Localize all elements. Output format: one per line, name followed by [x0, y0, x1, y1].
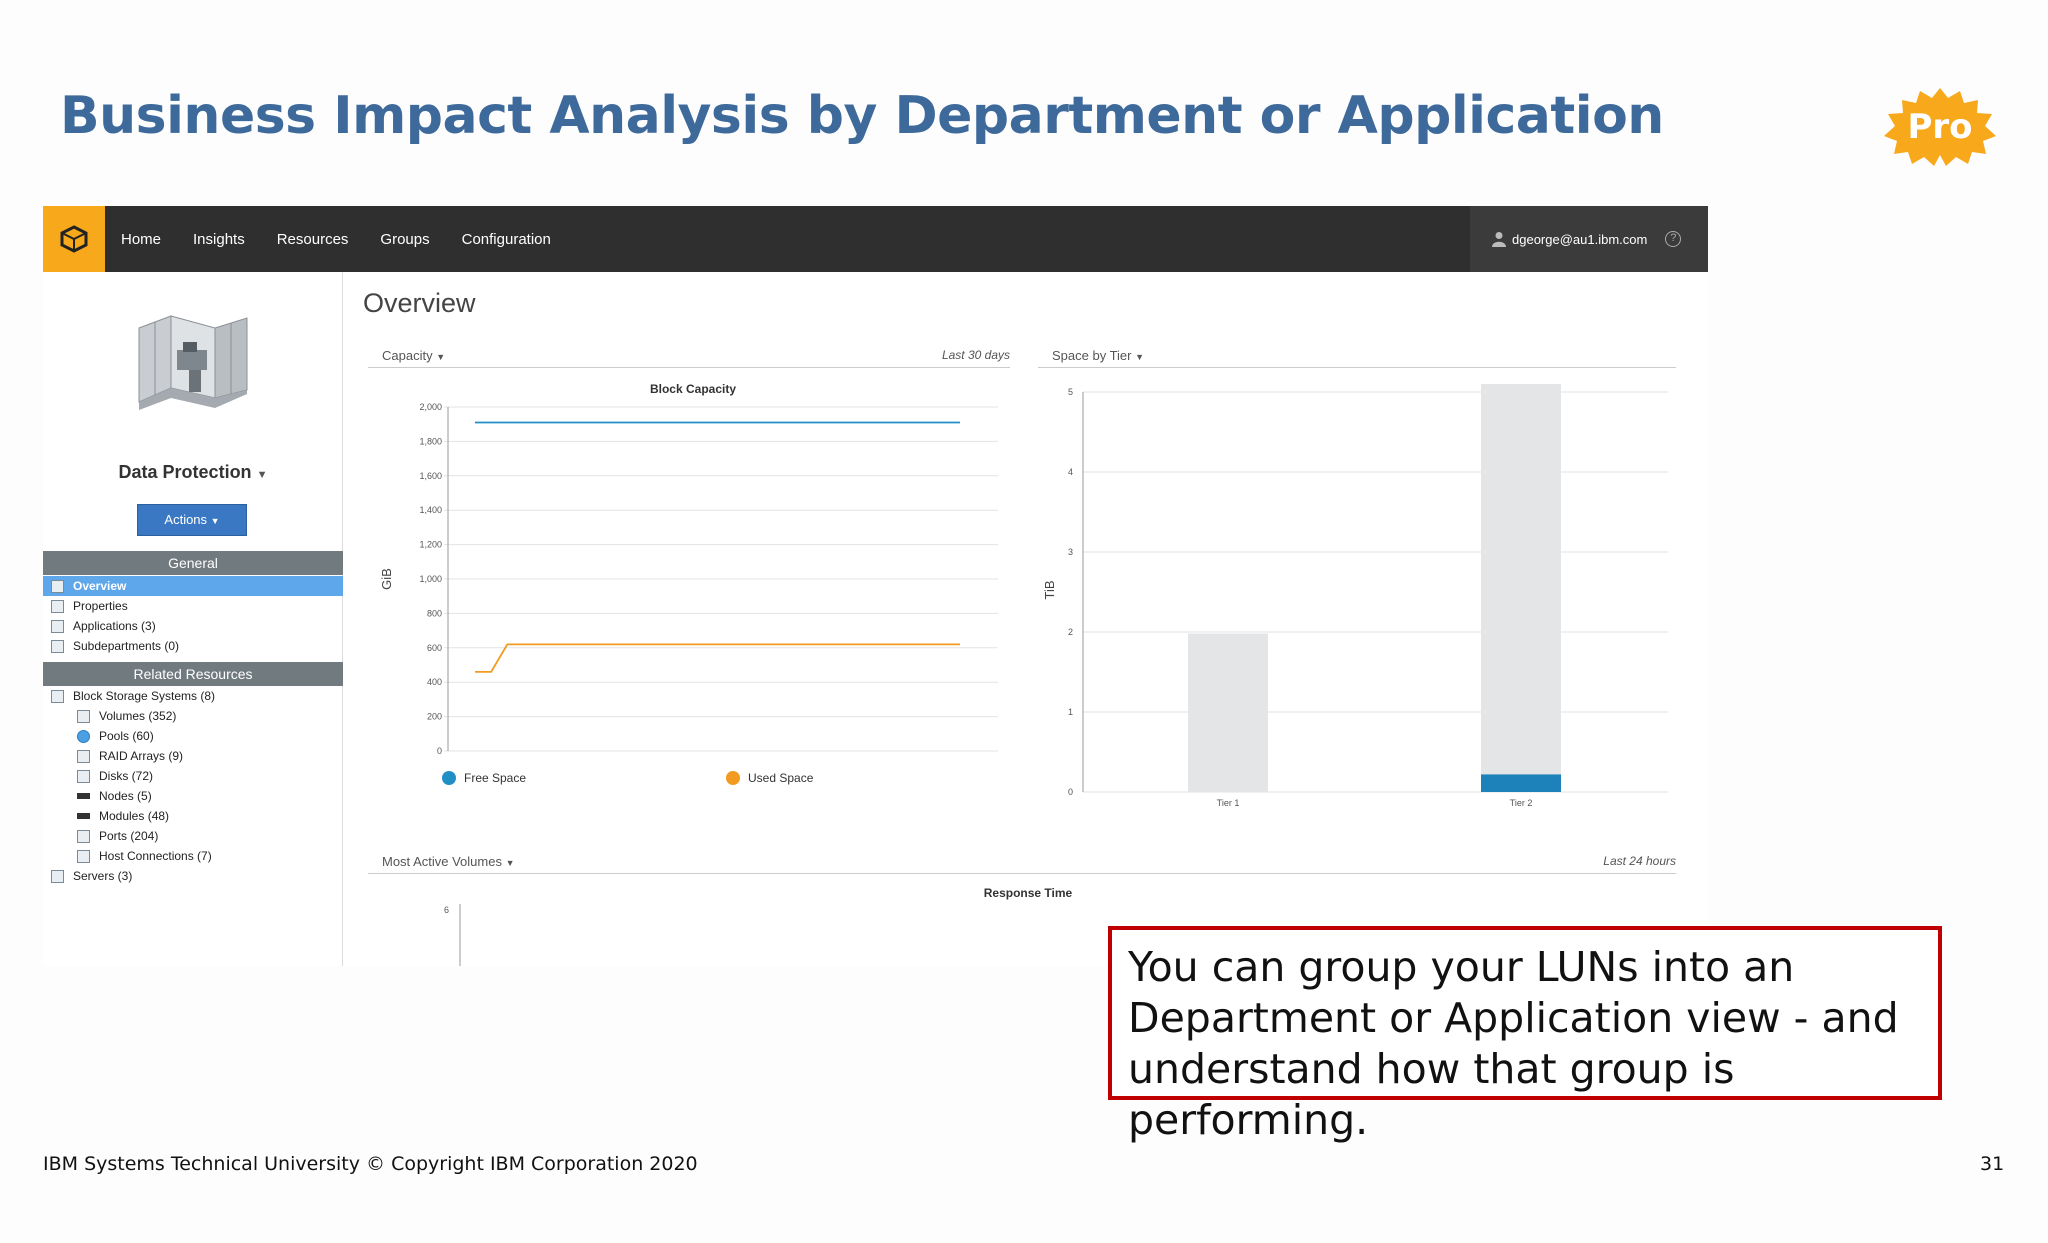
pro-badge: Pro — [1880, 86, 2000, 166]
capacity-y-tick-label: 1,200 — [419, 540, 442, 550]
capacity-y-tick-label: 1,000 — [419, 574, 442, 584]
tier-y-axis-label: TiB — [1042, 580, 1057, 599]
capacity-y-axis-label: GiB — [379, 568, 394, 590]
tier-x-tick-label: Tier 1 — [1217, 798, 1240, 808]
tier-y-tick-label: 5 — [1068, 387, 1073, 397]
used-space-line — [475, 643, 960, 673]
capacity-y-tick-label: 1,600 — [419, 471, 442, 481]
used-space-legend-label: Used Space — [748, 771, 814, 785]
slide: Business Impact Analysis by Department o… — [0, 0, 2048, 1243]
tier-used-bar — [1481, 774, 1561, 792]
slide-title: Business Impact Analysis by Department o… — [60, 86, 1664, 146]
pro-badge-label: Pro — [1907, 107, 1973, 147]
block-capacity-title: Block Capacity — [650, 382, 736, 396]
capacity-y-tick-label: 1,400 — [419, 505, 442, 515]
capacity-y-tick-label: 0 — [437, 746, 442, 756]
tier-y-tick-label: 4 — [1068, 467, 1073, 477]
tier-free-bar — [1481, 384, 1561, 775]
tier-x-tick-label: Tier 2 — [1510, 798, 1533, 808]
page-number: 31 — [1980, 1153, 2005, 1175]
capacity-y-tick-label: 600 — [427, 643, 442, 653]
used-space-legend-marker — [726, 771, 740, 785]
tier-y-tick-label: 3 — [1068, 547, 1073, 557]
free-space-legend-label: Free Space — [464, 771, 526, 785]
tier-free-bar — [1188, 633, 1268, 792]
capacity-y-tick-label: 2,000 — [419, 402, 442, 412]
charts-layer: Block Capacity GiB 2,000 1,800 1,600 1,400 1,2… — [379, 382, 1668, 966]
response-time-y-tick-label: 6 — [444, 905, 449, 915]
callout-box: You can group your LUNs into an Departme… — [1108, 926, 1942, 1144]
free-space-legend-marker — [442, 771, 456, 785]
tier-y-tick-label: 1 — [1068, 707, 1073, 717]
capacity-y-tick-label: 1,800 — [419, 436, 442, 446]
response-time-title: Response Time — [984, 886, 1073, 900]
footer-copyright: IBM Systems Technical University © Copyr… — [43, 1153, 698, 1175]
app-screenshot: Home Insights Resources Groups Configura… — [43, 206, 1708, 966]
tier-y-tick-label: 0 — [1068, 787, 1073, 797]
tier-y-tick-label: 2 — [1068, 627, 1073, 637]
capacity-y-tick-label: 200 — [427, 712, 442, 722]
capacity-y-tick-label: 800 — [427, 608, 442, 618]
capacity-y-tick-label: 400 — [427, 677, 442, 687]
